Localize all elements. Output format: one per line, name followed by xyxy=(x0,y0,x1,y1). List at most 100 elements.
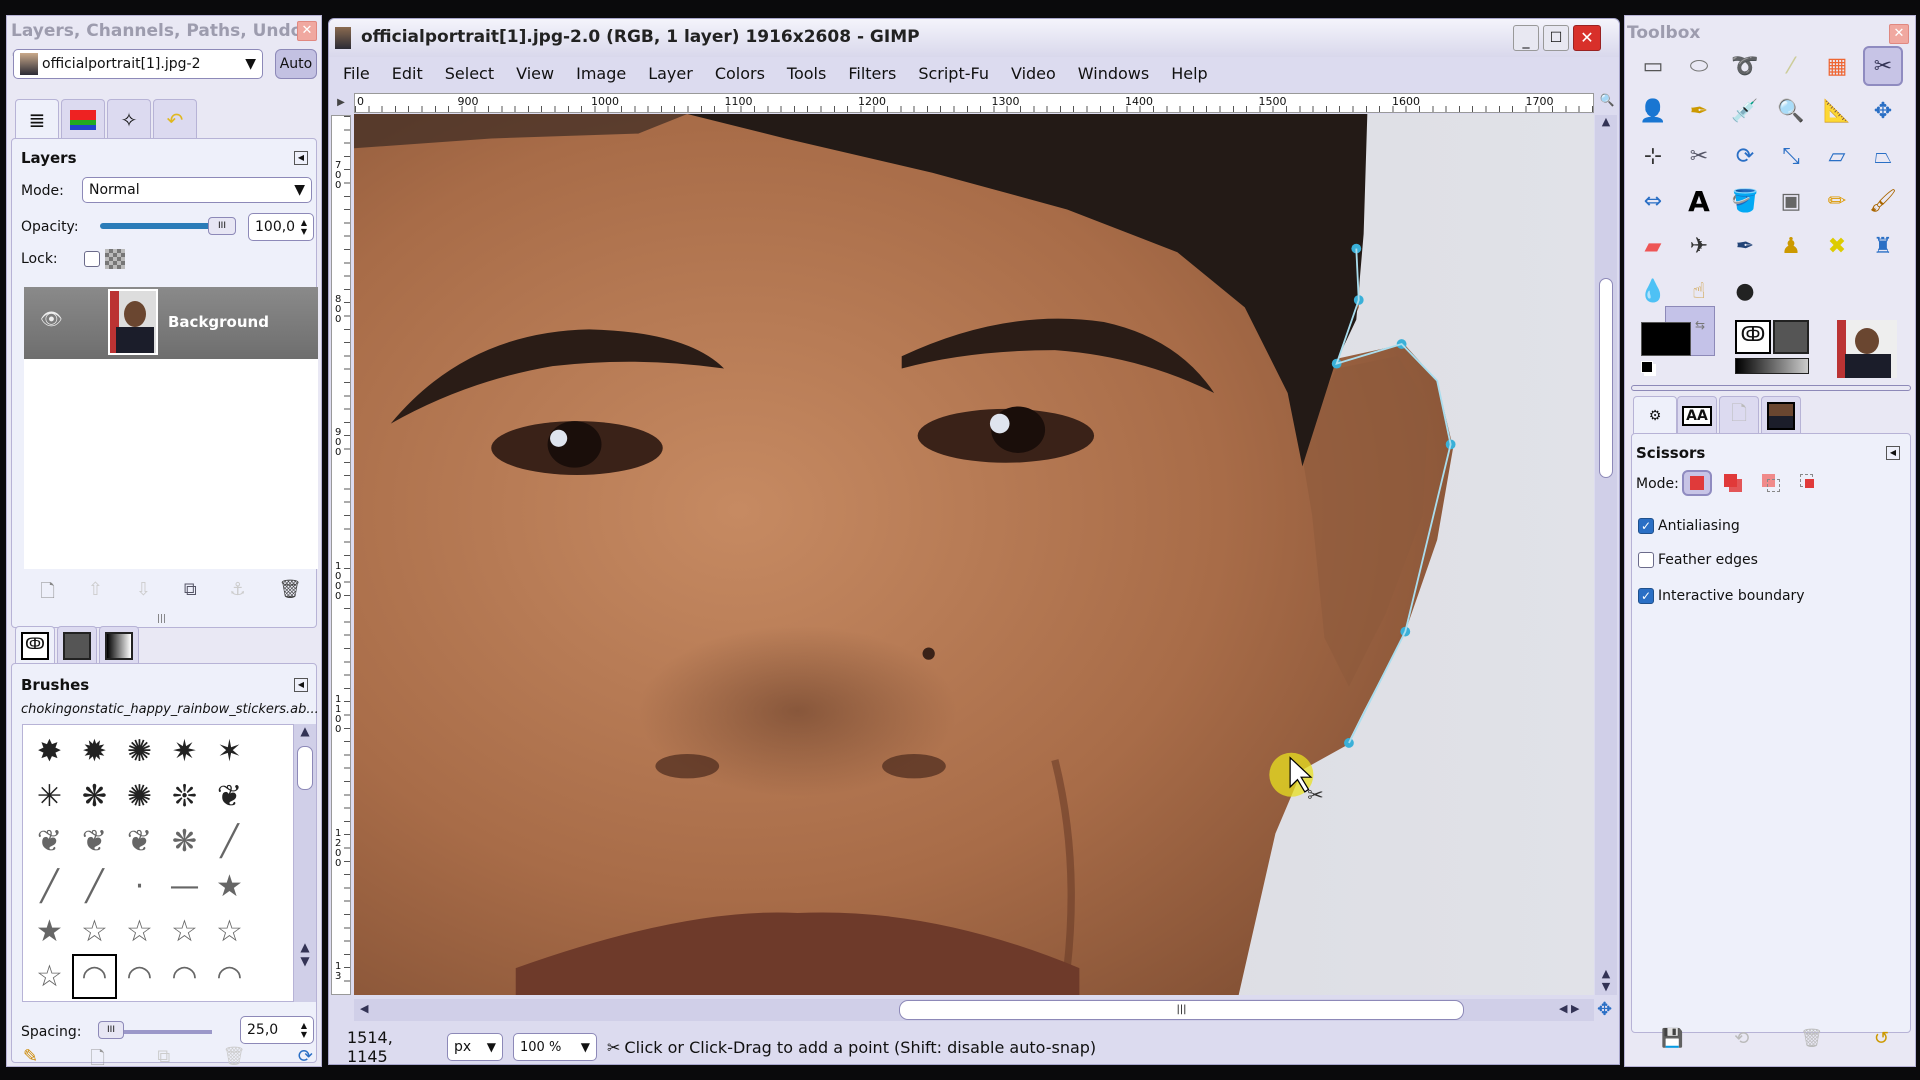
menu-view[interactable]: View xyxy=(516,64,554,83)
menu-video[interactable]: Video xyxy=(1011,64,1056,83)
lower-layer-icon[interactable]: ⇩ xyxy=(136,579,151,609)
mode-replace-button[interactable] xyxy=(1682,470,1712,496)
vertical-scrollbar[interactable]: ▲ ▲ ▼ xyxy=(1595,115,1617,995)
brush-thumbnail[interactable]: ☆ xyxy=(117,909,162,954)
interactive-boundary-option[interactable]: ✓ Interactive boundary xyxy=(1638,588,1805,604)
brush-thumbnail[interactable]: ❦ xyxy=(117,819,162,864)
brush-thumbnail[interactable]: ◠ xyxy=(207,954,252,999)
delete-options-icon[interactable]: 🗑 xyxy=(1800,1028,1823,1049)
tool-align[interactable]: ⊹ xyxy=(1633,136,1673,176)
tool-blur-sharpen[interactable]: 💧 xyxy=(1633,271,1673,311)
brush-thumbnail[interactable]: ★ xyxy=(27,909,72,954)
tool-move[interactable]: ✥ xyxy=(1863,91,1903,131)
tool-select-by-color[interactable]: ▦ xyxy=(1817,46,1857,86)
brush-thumbnail[interactable]: ╱ xyxy=(72,864,117,909)
tool-perspective[interactable]: ⏢ xyxy=(1863,136,1903,176)
edit-brush-icon[interactable]: ✎ xyxy=(23,1046,38,1076)
active-brush-indicator[interactable]: ↂ xyxy=(1735,320,1771,354)
menu-tools[interactable]: Tools xyxy=(787,64,826,83)
tab-patterns[interactable] xyxy=(57,626,97,664)
restore-options-icon[interactable]: ⟲ xyxy=(1734,1028,1749,1049)
menu-edit[interactable]: Edit xyxy=(392,64,423,83)
new-brush-icon[interactable]: 🗋 xyxy=(90,1046,104,1076)
brush-thumbnail[interactable]: ★ xyxy=(207,864,252,909)
brush-scrollbar[interactable]: ▲ ▲ ▼ xyxy=(294,724,316,1002)
feather-edges-checkbox[interactable] xyxy=(1638,552,1654,568)
duplicate-brush-icon[interactable]: ⧉ xyxy=(157,1046,170,1076)
duplicate-layer-icon[interactable]: ⧉ xyxy=(184,579,197,609)
brush-thumbnail[interactable]: ❋ xyxy=(72,774,117,819)
image-selector[interactable]: officialportrait[1].jpg-2 ▼ xyxy=(13,49,263,79)
antialiasing-option[interactable]: ✓ Antialiasing xyxy=(1638,518,1740,534)
tool-clone[interactable]: ♟ xyxy=(1771,226,1811,266)
anchor-layer-icon[interactable]: ⚓ xyxy=(230,579,246,609)
vertical-scroll-thumb[interactable] xyxy=(1599,278,1613,478)
tool-ellipse-select[interactable]: ⬭ xyxy=(1679,46,1719,86)
brush-thumbnail[interactable]: ✷ xyxy=(162,729,207,774)
horizontal-scrollbar[interactable]: ◀ ||| ◀ ▶ xyxy=(354,999,1594,1021)
tab-undo[interactable]: ↶ xyxy=(153,99,197,139)
brush-thumbnail[interactable]: ✶ xyxy=(207,729,252,774)
maximize-button[interactable]: ☐ xyxy=(1543,25,1569,51)
spacing-slider-handle[interactable]: III xyxy=(98,1021,124,1039)
panel-menu-icon[interactable]: ◀ xyxy=(294,678,308,692)
mode-subtract-button[interactable] xyxy=(1762,474,1782,492)
opacity-slider-handle[interactable]: III xyxy=(208,217,236,235)
menu-windows[interactable]: Windows xyxy=(1078,64,1149,83)
brush-thumbnail[interactable]: ◠ xyxy=(162,954,207,999)
tool-flip[interactable]: ⇔ xyxy=(1633,181,1673,221)
tool-bucket-fill[interactable]: 🪣 xyxy=(1725,181,1765,221)
menu-help[interactable]: Help xyxy=(1171,64,1207,83)
raise-layer-icon[interactable]: ⇧ xyxy=(88,579,103,609)
brush-thumbnail[interactable]: ☆ xyxy=(72,909,117,954)
brush-thumbnail[interactable]: ✸ xyxy=(27,729,72,774)
spin-icon[interactable]: ▲ ▼ xyxy=(301,1021,307,1039)
brush-grid[interactable]: ✸ ✹ ✺ ✷ ✶ ✳ ❋ ✺ ❊ ❦ ❦ ❦ ❦ ❋ ╱ ╱ ╱ · — ★ ★ ☆ ☆ ☆ ☆ ☆ ◠ ◠ ◠ ◠ xyxy=(22,724,294,1002)
tool-rect-select[interactable]: ▭ xyxy=(1633,46,1673,86)
tool-pencil[interactable]: ✏ xyxy=(1817,181,1857,221)
interactive-boundary-checkbox[interactable]: ✓ xyxy=(1638,588,1654,604)
tool-shear[interactable]: ▱ xyxy=(1817,136,1857,176)
brush-thumbnail[interactable]: ☆ xyxy=(162,909,207,954)
tool-scissors[interactable]: ✂ xyxy=(1863,46,1903,86)
tab-layers[interactable]: ≣ xyxy=(15,99,59,139)
tab-fonts[interactable]: AA xyxy=(1677,396,1717,434)
refresh-brushes-icon[interactable]: ⟳ xyxy=(298,1046,313,1076)
delete-brush-icon[interactable]: 🗑 xyxy=(223,1046,246,1076)
tool-paths[interactable]: ✒ xyxy=(1679,91,1719,131)
navigate-icon[interactable]: ✥ xyxy=(1597,999,1612,1020)
swap-colors-icon[interactable]: ⇆ xyxy=(1695,318,1705,332)
tool-dodge-burn[interactable]: ● xyxy=(1725,271,1765,311)
panel-menu-icon[interactable]: ◀ xyxy=(1886,446,1900,460)
tab-images[interactable] xyxy=(1761,396,1801,434)
tool-heal[interactable]: ✖ xyxy=(1817,226,1857,266)
tool-perspective-clone[interactable]: ♜ xyxy=(1863,226,1903,266)
panel-menu-icon[interactable]: ◀ xyxy=(294,151,308,165)
spacing-input[interactable]: 25,0 ▲ ▼ xyxy=(240,1016,314,1044)
menu-filters[interactable]: Filters xyxy=(848,64,896,83)
image-canvas[interactable]: ✂ xyxy=(354,114,1594,995)
mode-add-button[interactable] xyxy=(1724,474,1744,492)
brush-thumbnail[interactable]: ◠ xyxy=(72,954,117,999)
tab-tool-options[interactable]: ⚙ xyxy=(1633,396,1677,434)
active-gradient-indicator[interactable] xyxy=(1735,358,1809,374)
brush-thumbnail[interactable]: ❊ xyxy=(162,774,207,819)
reset-options-icon[interactable]: ↺ xyxy=(1874,1028,1889,1049)
brush-thumbnail[interactable]: ❋ xyxy=(162,819,207,864)
menu-script-fu[interactable]: Script-Fu xyxy=(918,64,989,83)
active-image-thumbnail[interactable] xyxy=(1837,320,1897,378)
minimize-button[interactable]: _ xyxy=(1513,25,1539,51)
brush-thumbnail[interactable]: ◠ xyxy=(117,954,162,999)
tool-fuzzy-select[interactable]: ⁄ xyxy=(1771,46,1811,86)
menu-image[interactable]: Image xyxy=(576,64,626,83)
save-options-icon[interactable]: 💾 xyxy=(1661,1028,1683,1049)
tab-document-history[interactable]: 🗋 xyxy=(1719,396,1759,434)
close-button[interactable]: ✕ xyxy=(1573,25,1601,51)
tool-foreground-select[interactable]: 👤 xyxy=(1633,91,1673,131)
tool-free-select[interactable]: ➰ xyxy=(1725,46,1765,86)
tool-scale[interactable]: ⤡ xyxy=(1771,136,1811,176)
brush-thumbnail[interactable]: ✺ xyxy=(117,774,162,819)
brush-thumbnail[interactable]: ☆ xyxy=(27,954,72,999)
mode-dropdown[interactable]: Normal ▼ xyxy=(82,177,312,203)
tab-paths[interactable]: ✧ xyxy=(107,99,151,139)
